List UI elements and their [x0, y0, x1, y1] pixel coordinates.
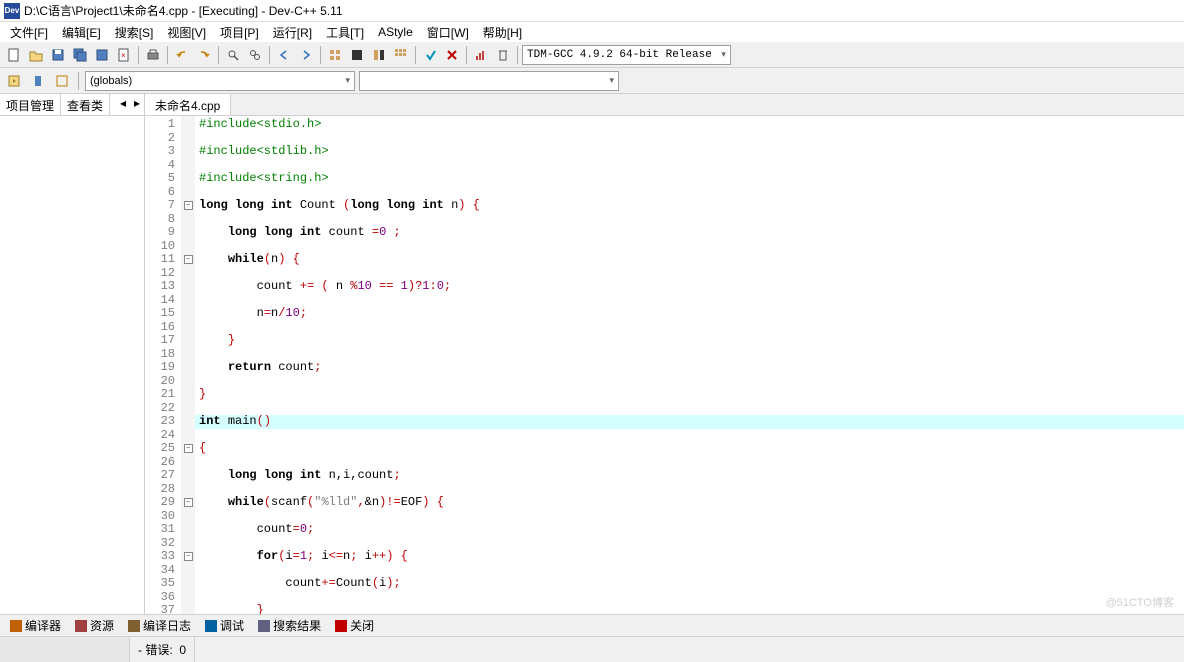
status-error-label: - 错误:	[138, 641, 173, 658]
rebuild-button[interactable]	[391, 45, 411, 65]
app-icon: Dev	[4, 3, 20, 19]
profile-button[interactable]	[471, 45, 491, 65]
replace-button[interactable]	[245, 45, 265, 65]
debug-button[interactable]	[420, 45, 440, 65]
bottom-tab-关闭[interactable]: 关闭	[329, 615, 380, 636]
menu-搜索[S][interactable]: 搜索[S]	[109, 22, 160, 43]
bottom-tabs: 编译器资源编译日志调试搜索结果关闭	[0, 614, 1184, 636]
sidebar-nav-right[interactable]: ▸	[130, 94, 144, 112]
watermark: @51CTO博客	[1106, 594, 1174, 610]
btab-icon	[335, 620, 347, 632]
bottom-tab-编译器[interactable]: 编译器	[4, 615, 67, 636]
menu-编辑[E][interactable]: 编辑[E]	[56, 22, 107, 43]
toolbar-separator	[466, 46, 467, 64]
back-button[interactable]	[274, 45, 294, 65]
close-file-button[interactable]: ×	[114, 45, 134, 65]
toolbar-separator	[167, 46, 168, 64]
save-button[interactable]	[48, 45, 68, 65]
save-all-button[interactable]	[70, 45, 90, 65]
btab-icon	[75, 620, 87, 632]
run-button[interactable]	[347, 45, 367, 65]
sidebar-tabs: 项目管理 查看类 ◂ ▸	[0, 94, 144, 116]
toolbar-separator	[218, 46, 219, 64]
compile-run-button[interactable]	[369, 45, 389, 65]
code-content[interactable]: #include<stdio.h>#include<stdlib.h>#incl…	[195, 116, 1184, 614]
svg-text:×: ×	[121, 51, 126, 60]
btab-icon	[128, 620, 140, 632]
find-button[interactable]	[223, 45, 243, 65]
toggle-button[interactable]	[52, 71, 72, 91]
bookmark-button[interactable]	[28, 71, 48, 91]
editor-area: 未命名4.cpp 1234567891011121314151617181920…	[145, 94, 1184, 614]
sidebar: 项目管理 查看类 ◂ ▸	[0, 94, 145, 614]
sidebar-tab-classes[interactable]: 查看类	[61, 94, 110, 115]
sidebar-tab-project[interactable]: 项目管理	[0, 94, 61, 115]
code-editor[interactable]: 1234567891011121314151617181920212223242…	[145, 116, 1184, 614]
window-title: D:\C语言\Project1\未命名4.cpp - [Executing] -…	[24, 2, 343, 19]
undo-button[interactable]	[172, 45, 192, 65]
menu-窗口[W][interactable]: 窗口[W]	[421, 22, 475, 43]
status-errors: - 错误: 0	[130, 637, 195, 662]
second-toolbar: (globals)	[0, 68, 1184, 94]
toolbar-separator	[415, 46, 416, 64]
forward-button[interactable]	[296, 45, 316, 65]
file-tab-active[interactable]: 未命名4.cpp	[145, 94, 231, 115]
btab-icon	[205, 620, 217, 632]
print-button[interactable]	[143, 45, 163, 65]
toolbar-separator	[517, 46, 518, 64]
file-tabs: 未命名4.cpp	[145, 94, 1184, 116]
goto-button[interactable]	[4, 71, 24, 91]
member-selector[interactable]	[359, 71, 619, 91]
menu-帮助[H][interactable]: 帮助[H]	[477, 22, 528, 43]
line-number-gutter: 1234567891011121314151617181920212223242…	[145, 116, 181, 614]
bottom-tab-调试[interactable]: 调试	[199, 615, 250, 636]
compiler-selector[interactable]: TDM-GCC 4.9.2 64-bit Release	[522, 45, 731, 65]
status-error-value: 0	[179, 643, 186, 657]
compile-button[interactable]	[325, 45, 345, 65]
menu-工具[T][interactable]: 工具[T]	[320, 22, 370, 43]
toolbar-separator	[320, 46, 321, 64]
toolbar-separator	[78, 72, 79, 90]
menu-文件[F][interactable]: 文件[F]	[4, 22, 54, 43]
main-area: 项目管理 查看类 ◂ ▸ 未命名4.cpp 123456789101112131…	[0, 94, 1184, 614]
save-as-button[interactable]	[92, 45, 112, 65]
status-segment-left	[0, 637, 130, 662]
bottom-tab-搜索结果[interactable]: 搜索结果	[252, 615, 327, 636]
fold-column[interactable]: −−−−−	[181, 116, 195, 614]
title-bar: Dev D:\C语言\Project1\未命名4.cpp - [Executin…	[0, 0, 1184, 22]
scope-selector[interactable]: (globals)	[85, 71, 355, 91]
menu-bar: 文件[F]编辑[E]搜索[S]视图[V]项目[P]运行[R]工具[T]AStyl…	[0, 22, 1184, 42]
menu-项目[P][interactable]: 项目[P]	[214, 22, 265, 43]
new-file-button[interactable]	[4, 45, 24, 65]
bottom-tab-资源[interactable]: 资源	[69, 615, 120, 636]
stop-button[interactable]	[442, 45, 462, 65]
menu-AStyle[interactable]: AStyle	[372, 23, 419, 41]
toolbar-separator	[269, 46, 270, 64]
bottom-tab-编译日志[interactable]: 编译日志	[122, 615, 197, 636]
clean-button[interactable]	[493, 45, 513, 65]
btab-icon	[258, 620, 270, 632]
menu-运行[R][interactable]: 运行[R]	[267, 22, 318, 43]
toolbar-separator	[138, 46, 139, 64]
btab-icon	[10, 620, 22, 632]
menu-视图[V][interactable]: 视图[V]	[161, 22, 212, 43]
redo-button[interactable]	[194, 45, 214, 65]
main-toolbar: × TDM-GCC 4.9.2 64-bit Release	[0, 42, 1184, 68]
open-file-button[interactable]	[26, 45, 46, 65]
sidebar-nav-left[interactable]: ◂	[116, 94, 130, 112]
